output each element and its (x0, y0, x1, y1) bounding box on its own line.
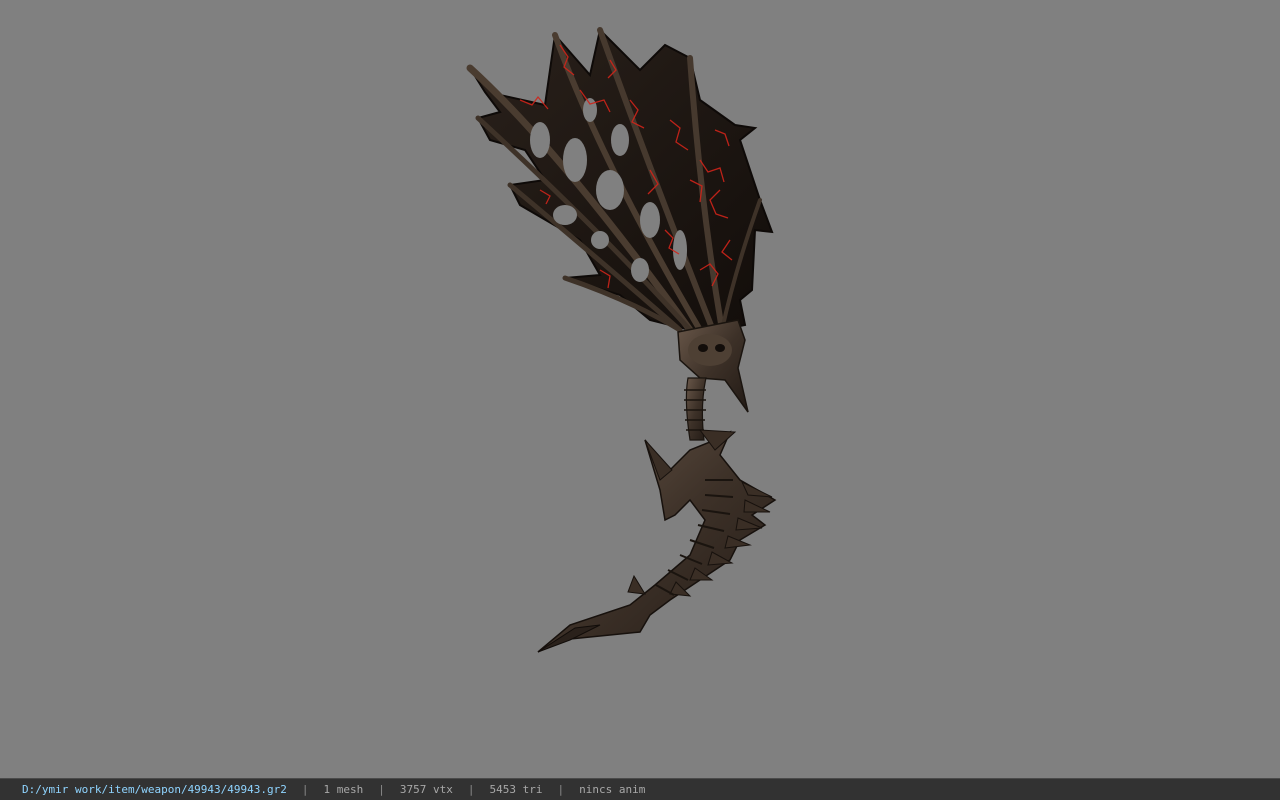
mesh-count-label: 1 mesh (323, 783, 364, 796)
animation-status-label: nincs anim (579, 783, 646, 796)
blade-wing (466, 27, 774, 334)
lower-claw-blade (537, 429, 777, 653)
weapon-model[interactable] (0, 0, 1280, 778)
3d-viewport[interactable] (0, 0, 1280, 778)
vertex-count-label: 3757 vtx (399, 783, 453, 796)
status-separator: | (557, 783, 565, 796)
triangle-count-label: 5453 tri (489, 783, 543, 796)
file-path-label: D:/ymir work/item/weapon/49943/49943.gr2 (22, 783, 287, 796)
status-separator: | (378, 783, 385, 796)
status-separator: | (467, 783, 475, 796)
status-separator: | (301, 783, 309, 796)
status-bar: D:/ymir work/item/weapon/49943/49943.gr2… (0, 778, 1280, 800)
